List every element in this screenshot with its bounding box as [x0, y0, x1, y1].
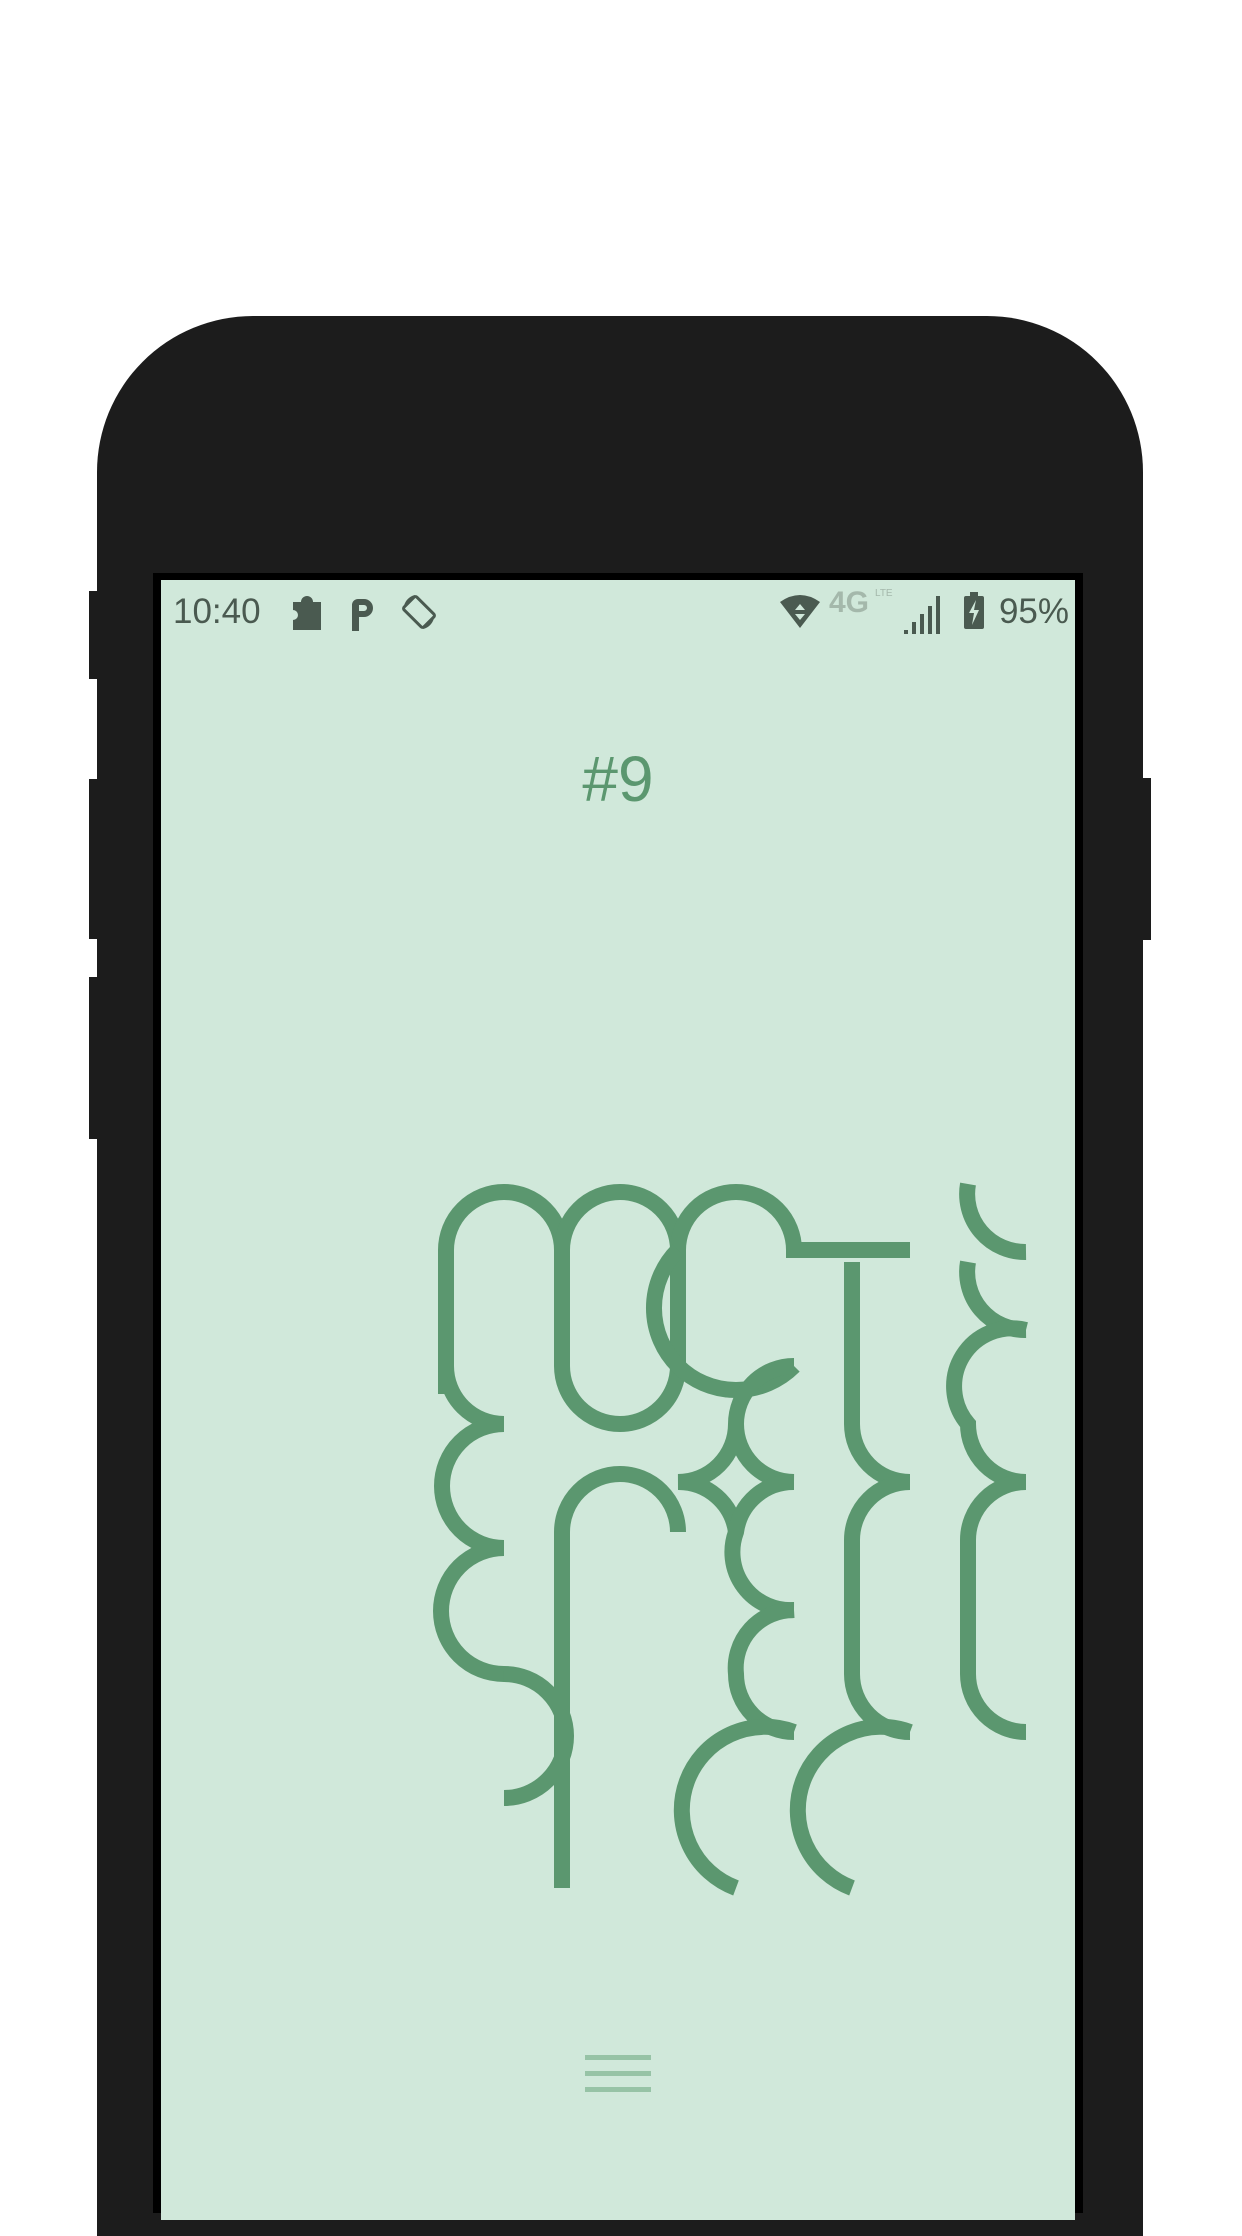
puzzle-tile[interactable] — [789, 1718, 913, 1896]
puzzle-tile[interactable] — [727, 1601, 795, 1740]
app-screen: 10:40 4G LTE 95% #9 — [161, 580, 1075, 2220]
hamburger-menu-icon[interactable] — [585, 2055, 651, 2105]
phone-volume-up-button — [89, 779, 101, 939]
menu-line — [585, 2087, 651, 2092]
puzzle-tile[interactable] — [673, 1718, 797, 1896]
puzzle-tile[interactable] — [960, 1474, 1027, 1740]
menu-line — [585, 2055, 651, 2060]
phone-power-button — [1139, 778, 1151, 940]
puzzle-tile[interactable] — [670, 1184, 910, 1258]
puzzle-tile[interactable] — [959, 1260, 1027, 1339]
puzzle-tile[interactable] — [433, 1416, 505, 1682]
puzzle-tile[interactable] — [844, 1262, 911, 1490]
puzzle-tile[interactable] — [554, 1466, 686, 1888]
puzzle-tile[interactable] — [946, 1320, 1028, 1490]
puzzle-tile[interactable] — [677, 1423, 744, 1534]
phone-side-button-top — [89, 591, 101, 679]
puzzle-tile[interactable] — [438, 1184, 570, 1394]
menu-line — [585, 2071, 651, 2076]
puzzle-tile[interactable] — [724, 1473, 795, 1619]
puzzle-grid[interactable] — [161, 580, 1075, 2220]
puzzle-tile[interactable] — [959, 1182, 1027, 1261]
puzzle-tile[interactable] — [844, 1474, 911, 1740]
puzzle-tile[interactable] — [438, 1250, 505, 1432]
phone-volume-down-button — [89, 977, 101, 1139]
